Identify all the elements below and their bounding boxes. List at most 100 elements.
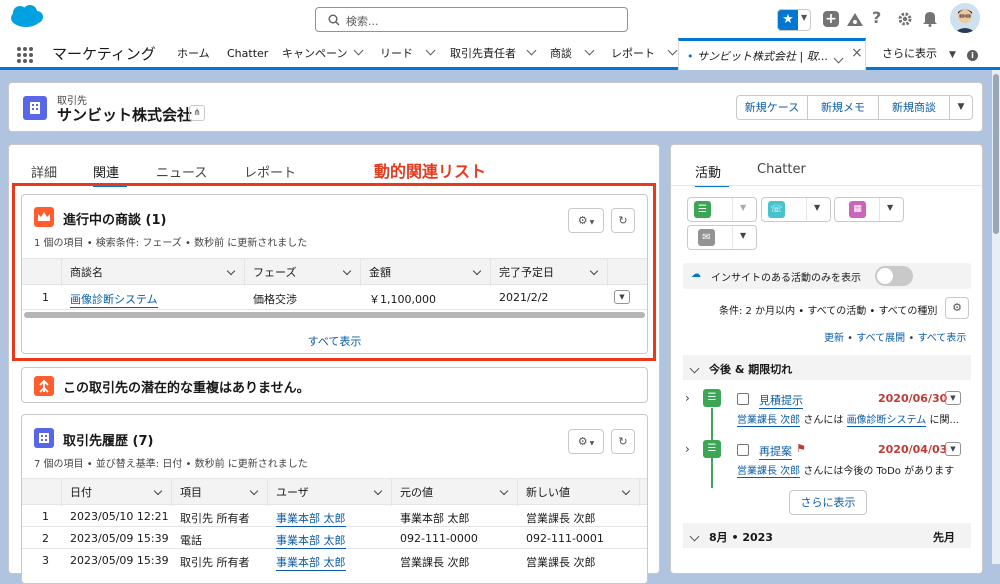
user-link[interactable]: 営業課長 次郎 [737, 466, 801, 478]
tab-chatter[interactable]: Chatter [757, 162, 806, 177]
task-title-link[interactable]: 再提案 [759, 443, 792, 460]
chevron-down-icon[interactable] [499, 486, 509, 496]
info-icon[interactable]: i [967, 50, 978, 61]
nav-item-chatter[interactable]: Chatter [227, 38, 268, 70]
scrollbar-thumb[interactable] [993, 74, 999, 234]
row-action-button[interactable]: ▼ [614, 290, 630, 304]
chevron-down-icon[interactable] [354, 45, 364, 56]
tab-reports[interactable]: レポート [244, 162, 296, 181]
caret-down-icon: ▼ [740, 203, 747, 212]
tab-news[interactable]: ニュース [156, 162, 207, 181]
list-title[interactable]: 取引先履歴 (7) [63, 430, 153, 449]
task-checkbox[interactable] [737, 444, 749, 456]
chevron-down-icon[interactable] [689, 363, 700, 374]
upcoming-section-header[interactable]: 今後 & 期限切れ [683, 355, 971, 380]
help-icon[interactable]: ? [872, 8, 881, 27]
tab-activity[interactable]: 活動 [695, 162, 729, 187]
nav-item-leads[interactable]: リード [380, 38, 436, 70]
filter-settings-button[interactable]: ⚙ [945, 297, 969, 319]
chevron-down-icon[interactable] [373, 486, 383, 496]
app-launcher-icon[interactable] [16, 46, 34, 64]
nav-item-opportunities[interactable]: 商談 [550, 38, 595, 70]
nav-item-contacts[interactable]: 取引先責任者 [450, 38, 537, 70]
page-scrollbar[interactable] [992, 70, 1000, 564]
new-case-button[interactable]: 新規ケース [736, 95, 808, 120]
nav-item-home[interactable]: ホーム [177, 38, 210, 70]
column-header[interactable]: ユーザ [268, 479, 392, 506]
list-settings-button[interactable]: ⚙ ▼ [568, 208, 604, 233]
send-email-button[interactable]: ✉ ▼ [687, 225, 757, 250]
chevron-down-icon[interactable] [249, 486, 259, 496]
nav-more[interactable]: さらに表示 ▼ [882, 38, 956, 70]
bell-icon[interactable] [922, 10, 938, 27]
chevron-down-icon[interactable] [689, 531, 700, 542]
refresh-link[interactable]: 更新 [824, 333, 844, 344]
related-record-link[interactable]: 画像診断システム [846, 415, 927, 427]
search-input[interactable]: 検索... [315, 7, 628, 32]
chevron-down-icon[interactable] [833, 53, 844, 64]
salesforce-logo-icon[interactable] [8, 4, 44, 30]
item-action-button[interactable]: ▼ [945, 391, 961, 405]
user-link[interactable]: 事業本部 太郎 [276, 510, 346, 527]
hierarchy-icon[interactable]: ⋔ [189, 105, 205, 121]
column-header[interactable]: 金額 [361, 259, 491, 286]
refresh-button[interactable]: ↻ [611, 429, 635, 454]
nav-item-reports[interactable]: レポート [611, 38, 678, 70]
active-tab-text: サンビット株式会社 | 取... [697, 50, 829, 63]
log-call-button[interactable]: ☏ ▼ [761, 197, 831, 222]
chevron-down-icon[interactable] [526, 45, 537, 56]
month-section-header[interactable]: 8月 • 2023 先月 [683, 523, 971, 548]
chevron-down-icon[interactable] [472, 266, 482, 276]
column-header[interactable]: 日付 [62, 479, 172, 506]
new-task-button[interactable]: ☰ ▼ [687, 197, 757, 222]
column-header[interactable]: 元の値 [392, 479, 518, 506]
tab-active-record[interactable]: • サンビット株式会社 | 取... × [678, 38, 866, 70]
column-header[interactable]: 新しい値 [518, 479, 640, 506]
nav-item-campaigns[interactable]: キャンペーン [282, 38, 364, 70]
tab-details[interactable]: 詳細 [31, 162, 57, 181]
chevron-down-icon[interactable] [589, 266, 599, 276]
avatar[interactable] [950, 3, 980, 33]
insight-toggle[interactable] [875, 266, 913, 286]
item-action-button[interactable]: ▼ [945, 442, 961, 456]
caret-down-icon[interactable]: ▼ [949, 50, 956, 60]
new-opportunity-button[interactable]: 新規商談 [878, 95, 950, 120]
column-header[interactable]: フェーズ [245, 259, 361, 286]
chevron-down-icon[interactable] [342, 266, 352, 276]
new-event-button[interactable]: ▦ ▼ [834, 197, 904, 222]
view-all-link[interactable]: すべて表示 [917, 333, 966, 344]
chevron-down-icon[interactable] [226, 266, 236, 276]
record-header: 取引先 サンビット株式会社 ⋔ 新規ケース 新規メモ 新規商談 ▼ [8, 82, 983, 132]
show-more-button[interactable]: さらに表示 [789, 490, 867, 515]
column-header[interactable]: 商談名 [62, 259, 245, 286]
gear-icon[interactable] [897, 11, 913, 27]
favorites-button[interactable]: ★ ▼ [777, 9, 811, 31]
activity-description: 営業課長 次郎 さんには今後の ToDo があります [737, 462, 954, 478]
global-actions-icon[interactable]: + [823, 11, 839, 27]
list-title[interactable]: 進行中の商談 (1) [63, 209, 166, 228]
close-icon[interactable]: × [851, 45, 863, 61]
chevron-down-icon[interactable] [584, 45, 595, 56]
trailhead-icon[interactable] [845, 10, 865, 28]
user-link[interactable]: 事業本部 太郎 [276, 554, 346, 571]
chevron-down-icon[interactable] [621, 486, 631, 496]
chevron-down-icon[interactable] [667, 45, 678, 56]
new-note-button[interactable]: 新規メモ [807, 95, 879, 120]
chevron-down-icon[interactable] [425, 45, 436, 56]
horizontal-scrollbar[interactable] [24, 312, 645, 318]
column-header[interactable]: 項目 [172, 479, 268, 506]
task-checkbox[interactable] [737, 393, 749, 405]
chevron-right-icon[interactable]: › [685, 391, 690, 405]
chevron-down-icon[interactable] [153, 486, 163, 496]
column-header[interactable]: 完了予定日 [491, 259, 608, 286]
list-settings-button[interactable]: ⚙ ▼ [568, 429, 604, 454]
opportunity-name-link[interactable]: 画像診断システム [70, 291, 158, 308]
user-link[interactable]: 営業課長 次郎 [737, 415, 801, 427]
user-link[interactable]: 事業本部 太郎 [276, 532, 346, 549]
view-all-link[interactable]: すべて表示 [22, 333, 647, 349]
task-title-link[interactable]: 見積提示 [759, 392, 803, 409]
chevron-right-icon[interactable]: › [685, 442, 690, 456]
more-actions-button[interactable]: ▼ [949, 95, 973, 120]
refresh-button[interactable]: ↻ [611, 208, 635, 233]
expand-all-link[interactable]: すべて展開 [856, 333, 905, 344]
